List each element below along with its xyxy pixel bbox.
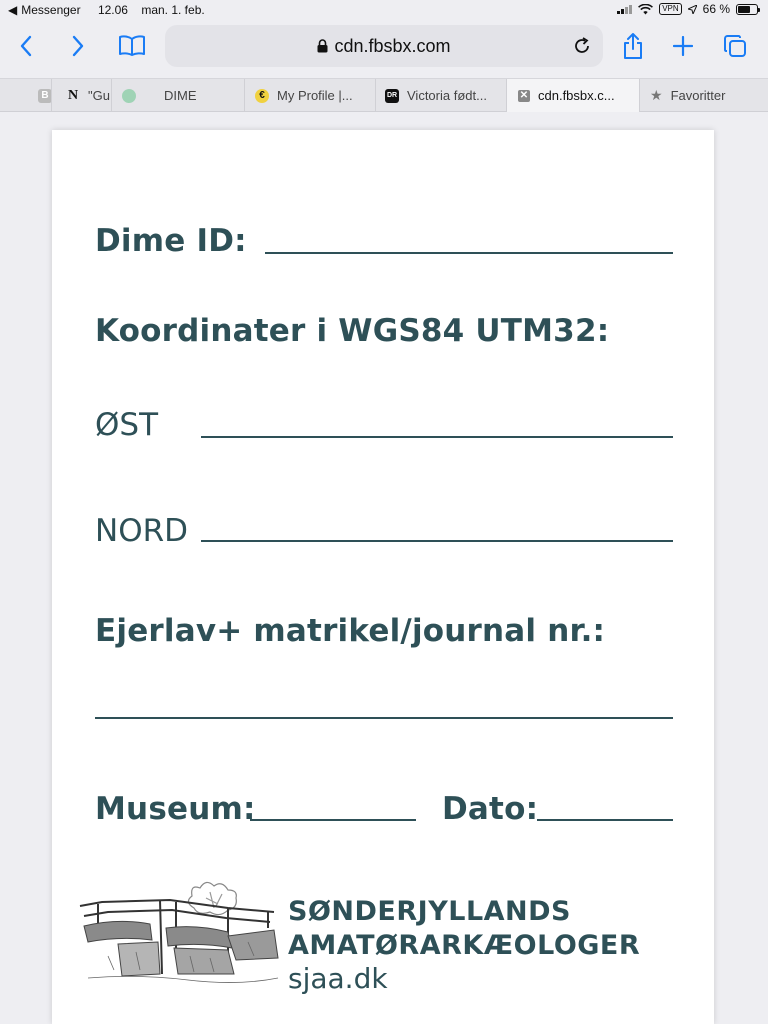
ejerlav-label: Ejerlav+ matrikel/journal nr.:: [95, 613, 606, 649]
close-tab-icon[interactable]: ✕: [518, 89, 530, 102]
wifi-icon: [638, 3, 654, 14]
plus-icon: [673, 36, 693, 56]
east-line: [201, 436, 673, 438]
back-button[interactable]: [10, 30, 42, 62]
favorites-tab[interactable]: ★ Favoritter: [640, 79, 768, 112]
browser-toolbar: cdn.fbsbx.com: [0, 20, 768, 78]
dime-id-label: Dime ID:: [95, 223, 247, 259]
tab-item[interactable]: B: [22, 79, 52, 112]
museum-line: [250, 819, 416, 821]
lock-icon: [317, 39, 328, 53]
logo-line-2: AMATØRARKÆOLOGER: [288, 930, 641, 961]
museum-label: Museum:: [95, 791, 256, 827]
document-page: Dime ID: Koordinater i WGS84 UTM32: ØST …: [52, 130, 714, 1024]
dime-site-icon: [122, 88, 136, 103]
tab-item[interactable]: DR Victoria født...: [376, 79, 507, 112]
tab-label: "Gu: [88, 88, 110, 103]
bridge-sketch-logo: [79, 881, 279, 983]
tab-item[interactable]: DIME: [112, 79, 245, 112]
status-bar: ◀ Messenger 12.06 man. 1. feb. VPN 66 %: [0, 0, 768, 20]
cellular-signal-icon: [617, 4, 633, 14]
back-app-label: Messenger: [21, 3, 81, 17]
vpn-badge: VPN: [659, 3, 682, 15]
battery-percent: 66 %: [702, 2, 730, 16]
tab-label: Favoritter: [670, 88, 726, 103]
url-text: cdn.fbsbx.com: [334, 36, 451, 56]
north-label: NORD: [95, 513, 188, 549]
generic-site-icon: B: [38, 88, 51, 103]
new-tab-button[interactable]: [667, 30, 699, 62]
chevron-left-icon: [20, 35, 32, 57]
dr-site-icon: DR: [385, 88, 399, 103]
tab-label: My Profile |...: [277, 88, 353, 103]
tabs-icon: [724, 35, 746, 57]
status-date: man. 1. feb.: [141, 3, 205, 17]
tab-item[interactable]: € My Profile |...: [245, 79, 376, 112]
back-arrow-icon: ◀: [8, 3, 18, 17]
profile-site-icon: €: [255, 88, 269, 103]
back-to-app[interactable]: ◀ Messenger 12.06 man. 1. feb.: [8, 3, 209, 17]
status-time: 12.06: [97, 3, 128, 17]
n-site-icon: N: [67, 87, 79, 103]
address-bar[interactable]: cdn.fbsbx.com: [165, 25, 603, 67]
location-icon: [687, 4, 697, 14]
tabs-overview-button[interactable]: [719, 30, 751, 62]
share-icon: [624, 33, 642, 59]
forward-button[interactable]: [62, 30, 94, 62]
book-icon: [119, 35, 145, 56]
logo-line-1: SØNDERJYLLANDS: [288, 896, 571, 927]
battery-icon: [736, 3, 760, 15]
coords-heading: Koordinater i WGS84 UTM32:: [95, 313, 610, 349]
dato-line: [537, 819, 673, 821]
tab-item[interactable]: N "Gu: [52, 79, 112, 112]
chevron-right-icon: [72, 35, 84, 57]
tab-item-active[interactable]: ✕ cdn.fbsbx.c...: [507, 79, 640, 112]
north-line: [201, 540, 673, 542]
tab-bar: B N "Gu DIME € My Profile |... DR Victoria …: [0, 78, 768, 112]
share-button[interactable]: [617, 30, 649, 62]
tab-label: cdn.fbsbx.c...: [538, 88, 615, 103]
logo-url: sjaa.dk: [288, 962, 388, 995]
reload-icon[interactable]: [571, 35, 593, 57]
star-icon: ★: [650, 87, 663, 103]
tab-label: DIME: [164, 88, 197, 103]
dato-label: Dato:: [442, 791, 539, 827]
east-label: ØST: [95, 407, 159, 443]
dime-id-line: [265, 252, 673, 254]
ejerlav-line: [95, 717, 673, 719]
tab-label: Victoria født...: [407, 88, 487, 103]
bookmarks-button[interactable]: [116, 30, 148, 62]
